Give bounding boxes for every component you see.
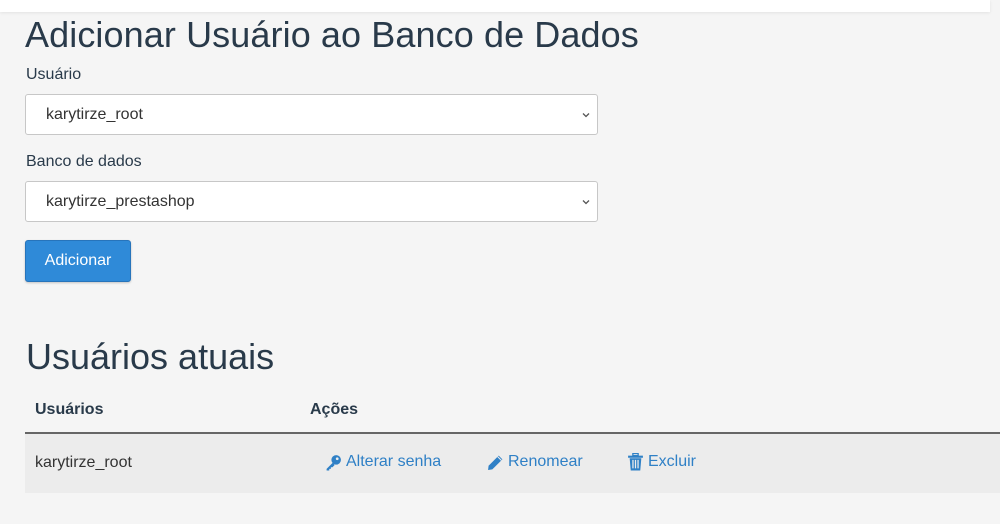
current-users-title: Usuários atuais bbox=[26, 336, 275, 377]
user-select[interactable]: karytirze_root bbox=[25, 94, 598, 135]
user-label: Usuário bbox=[26, 66, 82, 83]
top-bar bbox=[0, 0, 990, 12]
rename-link[interactable]: Renomear bbox=[487, 453, 583, 471]
table-row: karytirze_root Alterar senha Renomear Ex… bbox=[25, 434, 1000, 493]
column-header-actions: Ações bbox=[310, 401, 359, 418]
database-select[interactable]: karytirze_prestashop bbox=[25, 181, 598, 222]
pencil-icon bbox=[488, 455, 503, 470]
database-label: Banco de dados bbox=[26, 153, 142, 170]
change-password-link[interactable]: Alterar senha bbox=[325, 453, 441, 471]
page-title: Adicionar Usuário ao Banco de Dados bbox=[25, 14, 639, 55]
user-select-value: karytirze_root bbox=[46, 105, 143, 123]
chevron-down-icon bbox=[582, 112, 590, 117]
rename-label: Renomear bbox=[508, 453, 583, 470]
database-select-value: karytirze_prestashop bbox=[46, 192, 195, 210]
trash-icon bbox=[628, 453, 643, 471]
user-cell: karytirze_root bbox=[35, 454, 132, 471]
chevron-down-icon bbox=[582, 199, 590, 204]
table-header: Usuários Ações bbox=[25, 392, 1000, 434]
add-button[interactable]: Adicionar bbox=[25, 240, 131, 282]
delete-label: Excluir bbox=[648, 453, 697, 470]
key-icon bbox=[326, 454, 341, 470]
delete-link[interactable]: Excluir bbox=[627, 453, 696, 471]
change-password-label: Alterar senha bbox=[346, 453, 442, 470]
column-header-users: Usuários bbox=[35, 401, 104, 418]
